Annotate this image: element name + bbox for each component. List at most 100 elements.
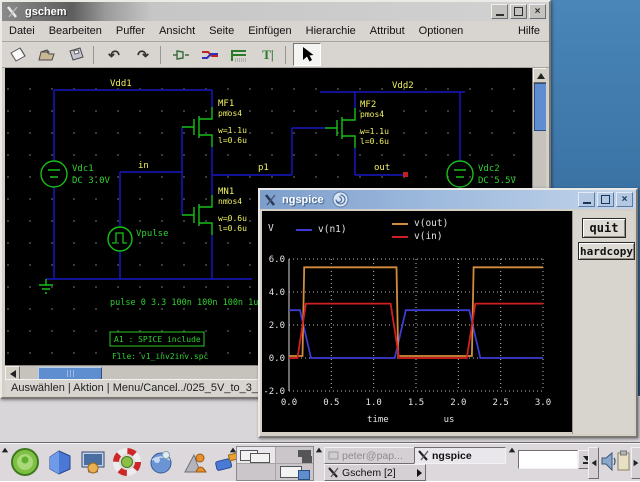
svg-text:0.0: 0.0 xyxy=(269,354,285,364)
pulse-params-text: pulse 0 3.3 100n 100n 100n 1u 2u xyxy=(110,298,274,308)
menu-hilfe[interactable]: Hilfe xyxy=(509,23,549,39)
systray-klipper[interactable] xyxy=(617,450,630,474)
vpulse-ref: Vpulse xyxy=(136,229,169,239)
mf1-width: w=1.1u xyxy=(218,126,247,135)
menu-puffer[interactable]: Puffer xyxy=(109,23,152,39)
add-net-button[interactable] xyxy=(197,44,223,65)
panel-handle-arrow[interactable] xyxy=(1,447,9,453)
pager-desktop-2[interactable] xyxy=(276,447,314,463)
launcher-terminal[interactable] xyxy=(78,447,108,477)
taskbar-window-ngspice[interactable]: ngspice xyxy=(414,447,506,464)
tasklist-handle-arrow[interactable] xyxy=(315,447,323,453)
svg-text:time: time xyxy=(367,415,389,425)
svg-text:2.0: 2.0 xyxy=(450,398,466,408)
panel-hide-button[interactable] xyxy=(631,447,640,479)
desktop-pager[interactable] xyxy=(236,446,314,481)
net-label-in: in xyxy=(138,161,149,171)
mn1-width: w=0.6u xyxy=(218,214,247,223)
vpulse-symbol xyxy=(108,227,132,251)
vdc1-plates xyxy=(48,170,60,177)
maximize-button[interactable] xyxy=(510,4,527,19)
svg-text:6.0: 6.0 xyxy=(269,255,285,265)
ngspice-swirl-icon xyxy=(332,191,349,208)
ngspice-window: ngspice × V v(n1) v(out) v(in) 0.00.51.0… xyxy=(258,188,638,438)
lifesaver-help-icon xyxy=(112,447,142,477)
terminal-monitor-icon xyxy=(78,447,108,477)
menu-seite[interactable]: Seite xyxy=(202,23,241,39)
open-file-button[interactable] xyxy=(34,44,60,65)
vdc1-ref: Vdc1 xyxy=(72,164,94,174)
mn1-ref: MN1 xyxy=(218,187,234,197)
gschem-titlebar[interactable]: gschem × xyxy=(2,2,549,21)
add-text-button[interactable]: T| xyxy=(255,44,281,65)
suse-geeko-icon xyxy=(10,447,40,477)
redo-button[interactable]: ↷ xyxy=(130,44,156,65)
launcher-browser[interactable] xyxy=(146,447,176,477)
minimize-button[interactable] xyxy=(491,4,508,19)
menu-attribut[interactable]: Attribut xyxy=(363,23,412,39)
launcher-office[interactable] xyxy=(180,447,210,477)
hardcopy-button[interactable]: hardcopy xyxy=(578,242,635,260)
net-label-out: out xyxy=(374,163,390,173)
mf1-length: l=0.6u xyxy=(218,136,247,145)
select-tool-button[interactable] xyxy=(293,43,321,66)
home-folder-icon xyxy=(44,447,74,477)
mf2-model: pmos4 xyxy=(360,110,384,119)
net-label-vdd2: Vdd2 xyxy=(392,81,414,91)
launcher-suse-menu[interactable] xyxy=(10,447,40,477)
mf1-ref: MF1 xyxy=(218,99,234,109)
mn1-model: nmos4 xyxy=(218,197,242,206)
gschem-window-title: gschem xyxy=(25,6,67,18)
svg-text:2.5: 2.5 xyxy=(493,398,509,408)
scroll-up-button[interactable] xyxy=(533,68,546,83)
spice-include-file: File: v1_inv2inv.spc xyxy=(112,352,209,361)
systray-scroll-left-button[interactable] xyxy=(588,447,599,479)
run-handle-arrow[interactable] xyxy=(508,447,516,453)
menu-bearbeiten[interactable]: Bearbeiten xyxy=(42,23,109,39)
systray-volume[interactable] xyxy=(600,450,618,474)
save-floppy-icon xyxy=(66,46,86,64)
pager-desktop-1[interactable] xyxy=(237,447,275,463)
globe-icon xyxy=(146,447,176,477)
maximize-button[interactable] xyxy=(597,192,614,207)
select-arrow-icon xyxy=(299,46,315,63)
run-command-input[interactable] xyxy=(518,450,578,469)
taskbar-window-konsole[interactable]: peter@pap... xyxy=(324,447,420,464)
speaker-icon xyxy=(600,450,618,474)
add-bus-button[interactable] xyxy=(226,44,252,65)
menu-einfuegen[interactable]: Einfügen xyxy=(241,23,298,39)
ground-symbol xyxy=(39,279,53,293)
undo-button[interactable]: ↶ xyxy=(101,44,127,65)
vdc2-ref: Vdc2 xyxy=(478,164,500,174)
menu-datei[interactable]: Datei xyxy=(2,23,42,39)
pager-desktop-4[interactable] xyxy=(276,464,314,480)
text-tool-icon: T| xyxy=(262,47,274,63)
quit-button[interactable]: quit xyxy=(582,218,626,238)
mn1-length: l=0.6u xyxy=(218,224,247,233)
menu-ansicht[interactable]: Ansicht xyxy=(152,23,202,39)
minimize-button[interactable] xyxy=(578,192,595,207)
ngspice-titlebar[interactable]: ngspice × xyxy=(260,190,636,209)
close-button[interactable]: × xyxy=(616,192,633,207)
close-button[interactable]: × xyxy=(529,4,546,19)
clipboard-icon xyxy=(617,450,630,474)
new-file-button[interactable] xyxy=(5,44,31,65)
svg-text:2.0: 2.0 xyxy=(269,321,285,331)
launcher-help[interactable] xyxy=(112,447,142,477)
gschem-menubar: Datei Bearbeiten Puffer Ansicht Seite Ei… xyxy=(2,21,549,42)
menu-hierarchie[interactable]: Hierarchie xyxy=(299,23,363,39)
launcher-home[interactable] xyxy=(44,447,74,477)
net-end-marker xyxy=(403,172,408,177)
save-file-button[interactable] xyxy=(63,44,89,65)
menu-optionen[interactable]: Optionen xyxy=(412,23,471,39)
mf2-width: w=1.1u xyxy=(360,127,389,136)
svg-text:1.0: 1.0 xyxy=(366,398,382,408)
terminal-icon xyxy=(328,450,339,461)
vscroll-thumb[interactable] xyxy=(534,83,546,131)
taskbar-window-gschem[interactable]: Gschem [2] xyxy=(324,464,426,481)
vdc2-symbol xyxy=(447,161,473,187)
pager-desktop-3[interactable] xyxy=(237,464,275,480)
svg-text:1.5: 1.5 xyxy=(408,398,424,408)
presenter-icon xyxy=(180,447,210,477)
add-component-button[interactable] xyxy=(168,44,194,65)
